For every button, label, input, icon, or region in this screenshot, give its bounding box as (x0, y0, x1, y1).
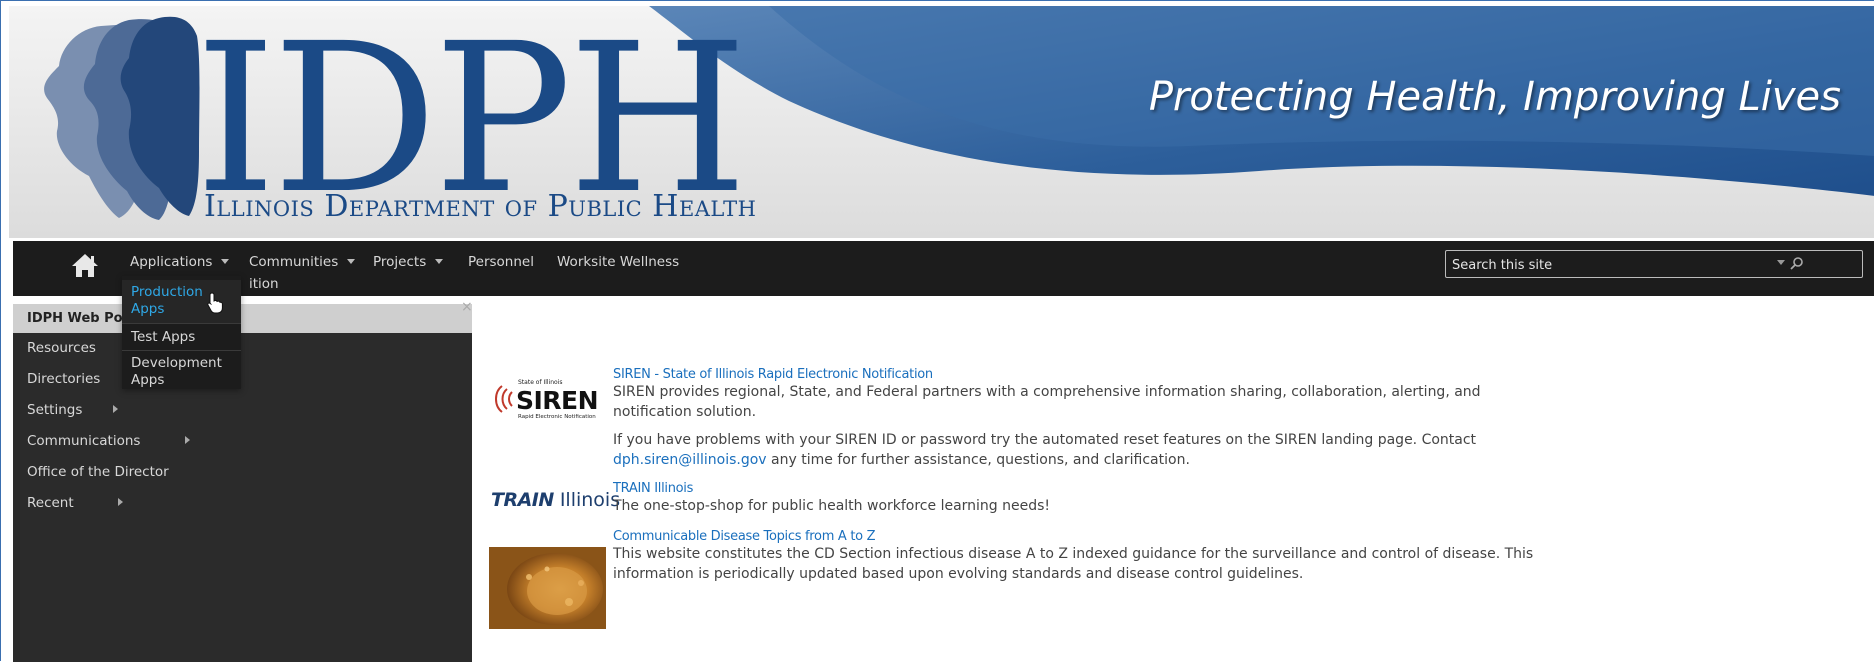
panel-header: IDPH Web Por (13, 304, 472, 333)
disease-microscopy-image[interactable] (489, 547, 606, 629)
banner-tagline: Protecting Health, Improving Lives (1148, 74, 1841, 120)
siren-logo-bottom-text: Rapid Electronic Notification (518, 414, 596, 420)
siren-logo-word: SIREN (516, 386, 598, 415)
nav-sub-fragment[interactable]: ition (249, 276, 279, 292)
sidebar-item-label: Settings (27, 402, 83, 418)
panel-close-icon[interactable]: × (461, 299, 473, 315)
nav-personnel[interactable]: Personnel (468, 254, 534, 270)
nav-projects-label: Projects (373, 254, 427, 270)
panel-title: IDPH Web Por (27, 311, 129, 326)
hand-cursor-icon (207, 292, 223, 314)
siren-description: SIREN provides regional, State, and Fede… (613, 384, 1481, 420)
search-box[interactable] (1445, 250, 1863, 278)
search-icon[interactable] (1789, 256, 1805, 272)
cd-description: This website constitutes the CD Section … (613, 546, 1534, 582)
sidebar-item-communications[interactable]: Communications (27, 433, 190, 449)
nav-worksite-wellness[interactable]: Worksite Wellness (557, 254, 679, 270)
chevron-down-icon (221, 259, 230, 264)
menu-item-test-apps[interactable]: Test Apps (122, 329, 241, 346)
sidebar-item-office-of-the-director[interactable]: Office of the Director (27, 464, 169, 480)
applications-dropdown-menu: Production Apps Test Apps Development Ap… (122, 276, 241, 389)
sidebar-item-settings[interactable]: Settings (27, 402, 118, 418)
menu-item-development-apps[interactable]: Development Apps (122, 355, 241, 389)
siren-logo[interactable]: State of Illinois SIREN Rapid Electronic… (488, 376, 612, 421)
menu-divider (122, 323, 241, 324)
sidebar-item-recent[interactable]: Recent (27, 495, 123, 511)
menu-divider (122, 350, 241, 351)
sidebar-item-label: Recent (27, 495, 74, 511)
nav-personnel-label: Personnel (468, 254, 534, 270)
home-icon[interactable] (69, 251, 101, 279)
nav-applications[interactable]: Applications (130, 254, 230, 270)
nav-communities[interactable]: Communities (249, 254, 356, 270)
menu-item-production-apps[interactable]: Production Apps (122, 280, 241, 324)
menu-item-label: Development Apps (131, 355, 222, 388)
sidebar-item-resources[interactable]: Resources (27, 340, 96, 356)
menu-item-label: Test Apps (131, 329, 196, 345)
chevron-down-icon (435, 259, 444, 264)
chevron-right-icon (112, 405, 118, 413)
siren-help-text: If you have problems with your SIREN ID … (613, 431, 1553, 470)
chevron-right-icon (117, 498, 123, 506)
search-input[interactable] (1450, 254, 1784, 276)
chevron-down-icon (347, 259, 356, 264)
siren-help-after: any time for further assistance, questio… (771, 451, 1190, 468)
department-name: Illinois Department of Public Health (204, 189, 757, 224)
siren-help-before: If you have problems with your SIREN ID … (613, 432, 1477, 448)
sidebar-item-label: Office of the Director (27, 464, 169, 480)
train-description: The one-stop-shop for public health work… (613, 498, 1051, 514)
siren-logo-top-text: State of Illinois (518, 379, 563, 386)
top-navigation: Applications Communities Projects Person… (13, 241, 1874, 296)
quick-launch-panel: IDPH Web Por Resources Directories Setti… (13, 304, 472, 662)
nav-projects[interactable]: Projects (373, 254, 444, 270)
train-illinois-logo[interactable]: TRAIN Illinois (491, 489, 620, 511)
sidebar-item-label: Communications (27, 433, 141, 449)
chevron-right-icon (184, 436, 190, 444)
search-scope-dropdown-icon[interactable] (1777, 260, 1785, 265)
menu-item-label: Production Apps (131, 284, 203, 317)
sidebar-item-label: Resources (27, 340, 96, 356)
train-illinois-link[interactable]: TRAIN Illinois (613, 481, 693, 496)
nav-worksite-wellness-label: Worksite Wellness (557, 254, 680, 270)
nav-communities-label: Communities (249, 254, 339, 270)
siren-email-link[interactable]: dph.siren@illinois.gov (613, 452, 767, 468)
sidebar-item-directories[interactable]: Directories (27, 371, 100, 387)
sidebar-item-label: Directories (27, 371, 101, 387)
site-banner[interactable]: IDPH Illinois Department of Public Healt… (9, 6, 1874, 238)
train-logo-word: TRAIN (491, 489, 554, 511)
siren-link[interactable]: SIREN - State of Illinois Rapid Electron… (613, 367, 933, 382)
cd-topics-link[interactable]: Communicable Disease Topics from A to Z (613, 529, 876, 544)
nav-applications-label: Applications (130, 254, 213, 270)
train-logo-state: Illinois (559, 489, 621, 511)
page: IDPH Illinois Department of Public Healt… (0, 0, 1874, 662)
